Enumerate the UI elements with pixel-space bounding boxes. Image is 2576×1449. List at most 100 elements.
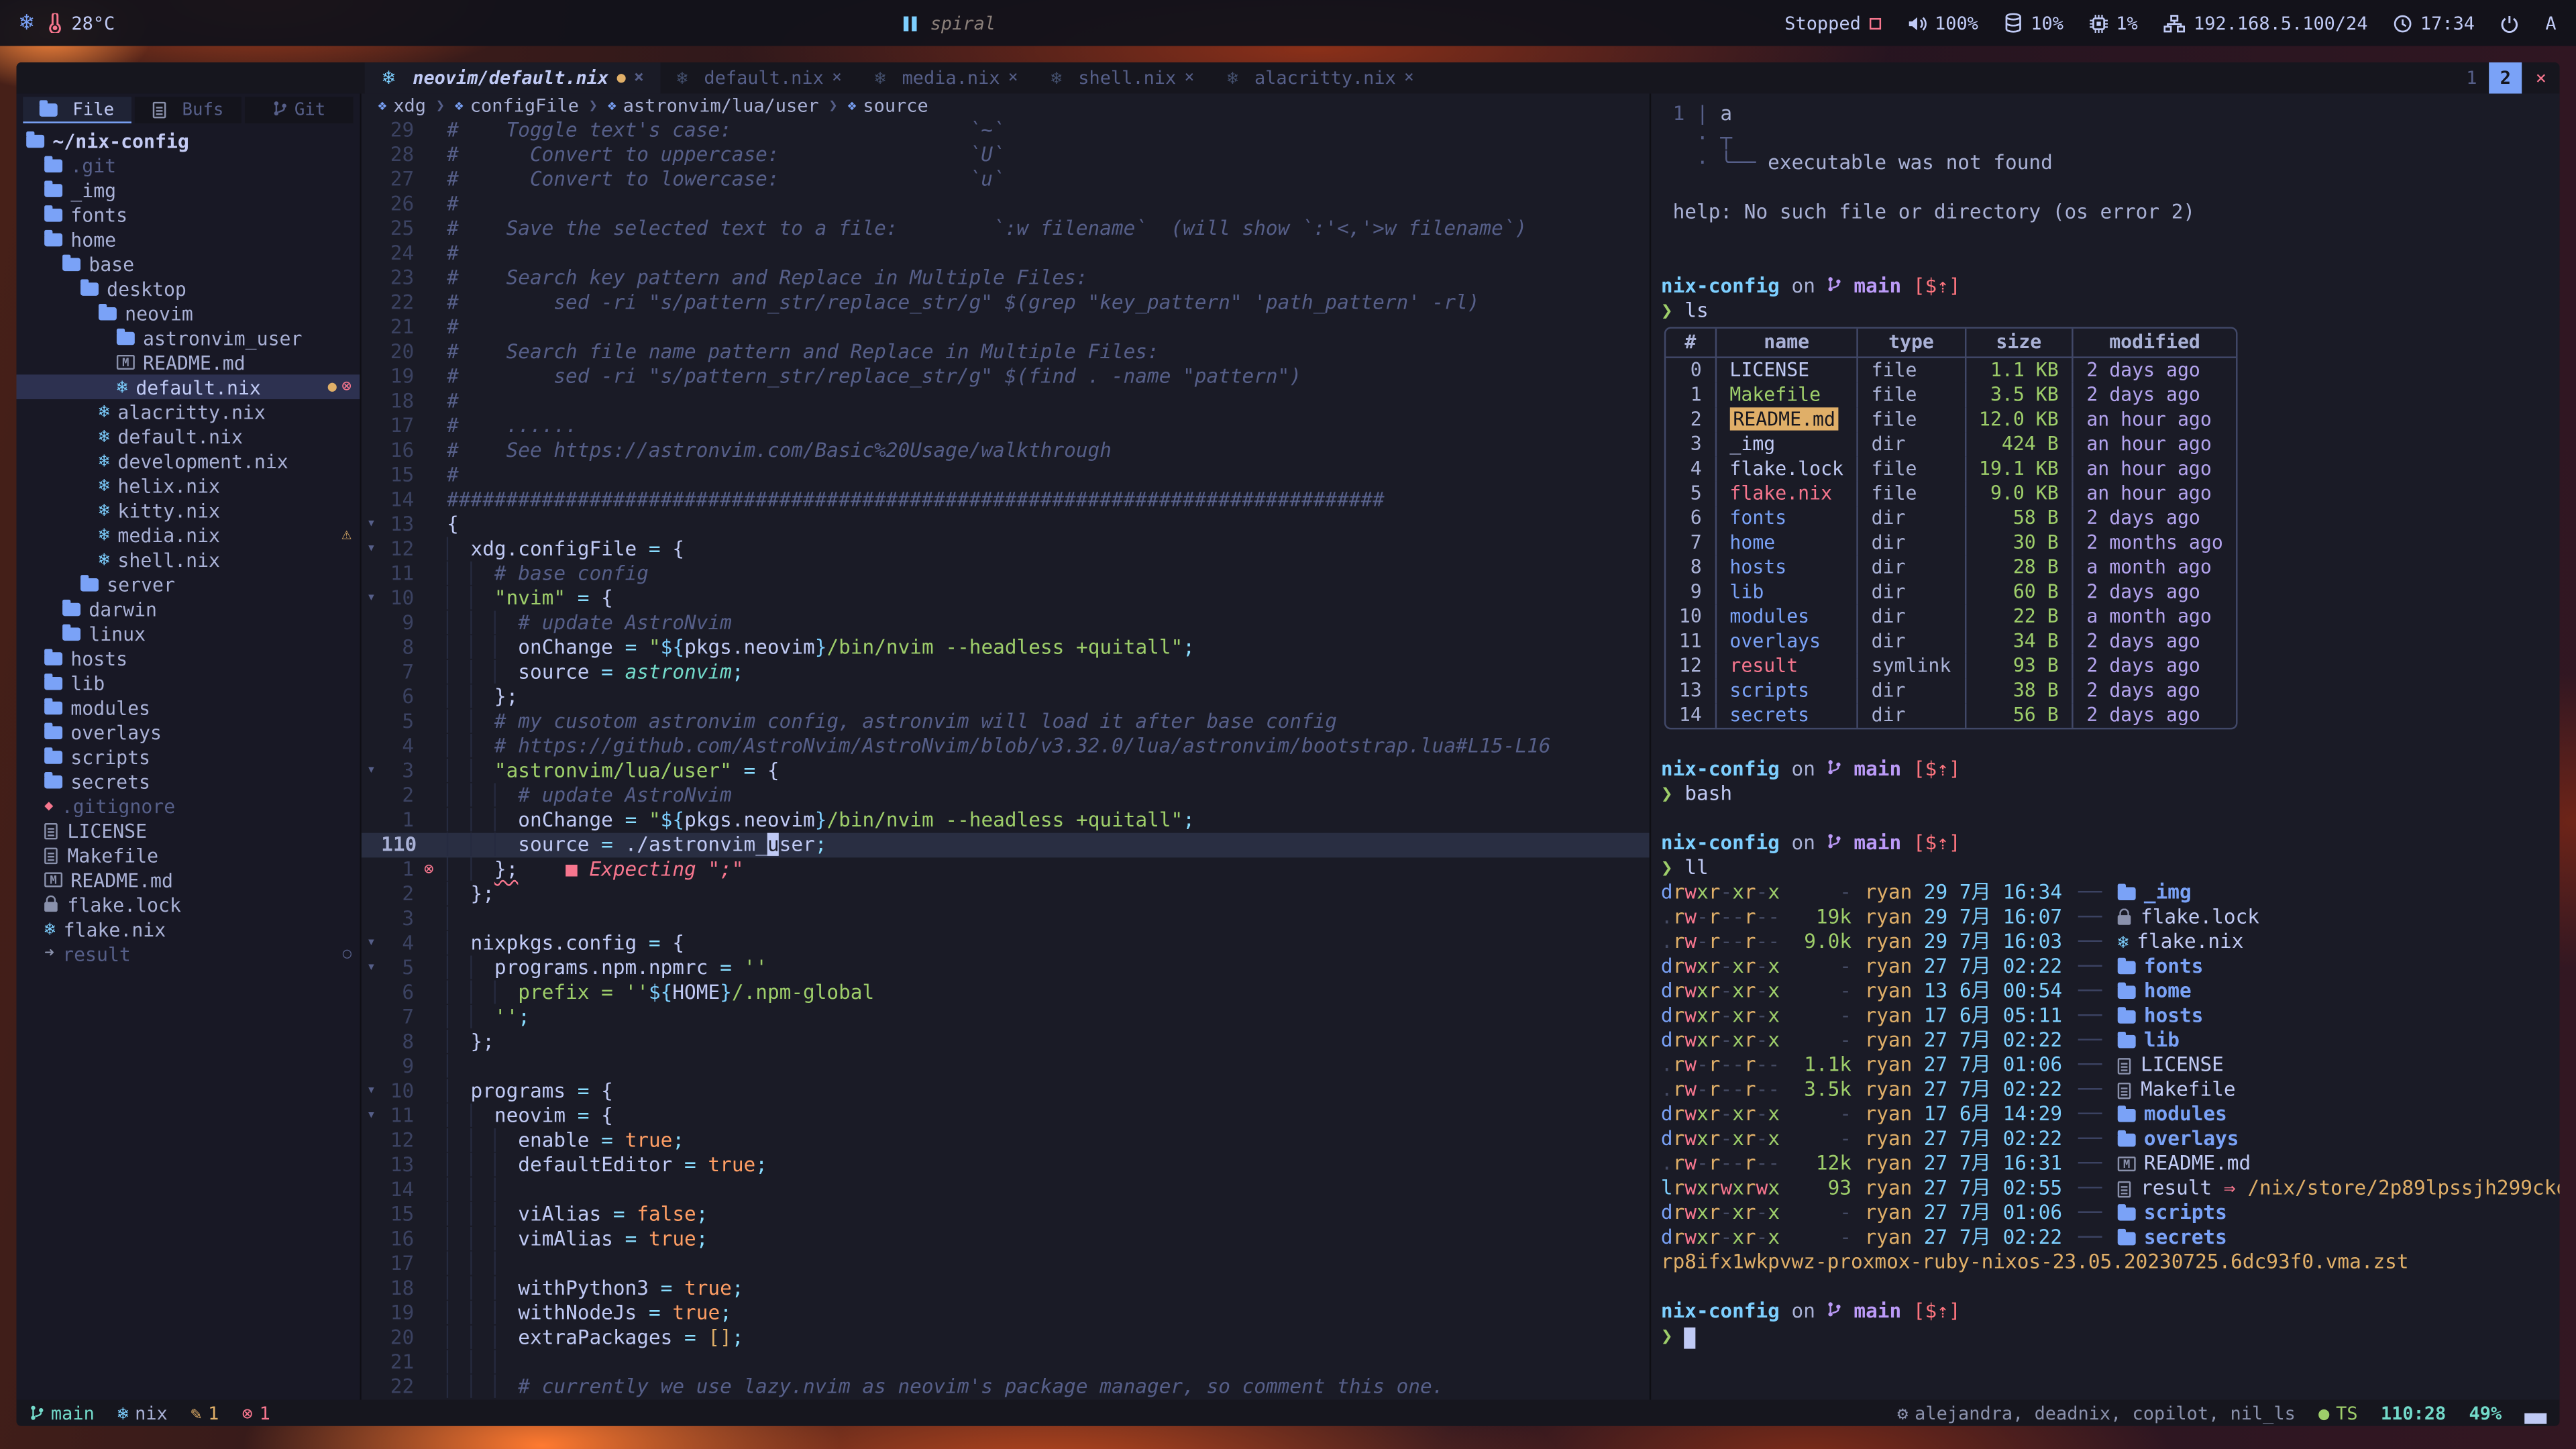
- code-line[interactable]: 8 ▏ };: [362, 1030, 1650, 1055]
- sidebar-tab-git[interactable]: Git: [246, 97, 354, 123]
- volume-widget[interactable]: 100%: [1907, 12, 1978, 34]
- tree-item[interactable]: lib: [16, 670, 360, 695]
- code-line[interactable]: 21 ▏ ▏ ▏: [362, 1350, 1650, 1375]
- tree-item[interactable]: ❄media.nix⚠: [16, 523, 360, 547]
- pause-icon[interactable]: [904, 15, 918, 30]
- code-line[interactable]: ▾4 ▏ nixpkgs.config = {: [362, 932, 1650, 957]
- code-line[interactable]: 19 ▏ ▏ ▏ withNodeJs = true;: [362, 1301, 1650, 1326]
- power-button[interactable]: [2501, 14, 2519, 32]
- error-count[interactable]: ⊗ 1: [242, 1402, 270, 1424]
- tree-item[interactable]: astronvim_user: [16, 325, 360, 350]
- code-line[interactable]: 13 ▏ ▏ ▏ defaultEditor = true;: [362, 1153, 1650, 1178]
- file-entry[interactable]: drwxr-xr-x-ryan17 6月 05:11──hosts: [1661, 1004, 2560, 1028]
- code-line[interactable]: ▾3 ▏ ▏ "astronvim/lua/user" = {: [362, 759, 1650, 784]
- code-line[interactable]: 18 #: [362, 389, 1650, 414]
- tree-item[interactable]: ❄helix.nix: [16, 473, 360, 498]
- breadcrumb-item[interactable]: ❖xdg: [378, 95, 426, 117]
- keyboard-layout[interactable]: A: [2545, 12, 2556, 34]
- tree-item[interactable]: hosts: [16, 645, 360, 670]
- tree-item[interactable]: ❄kitty.nix: [16, 498, 360, 523]
- code-line[interactable]: 7 ▏ ▏ '';: [362, 1006, 1650, 1030]
- file-entry[interactable]: .rw-r--r--19kryan29 7月 16:07──flake.lock: [1661, 905, 2560, 930]
- code-line[interactable]: 2 ▏ };: [362, 882, 1650, 907]
- code-line[interactable]: ▾10 ▏ ▏ "nvim" = {: [362, 586, 1650, 611]
- tree-item[interactable]: ❄alacritty.nix: [16, 399, 360, 424]
- fold-icon[interactable]: ▾: [362, 932, 381, 957]
- code-line[interactable]: 20 # Search file name pattern and Replac…: [362, 340, 1650, 365]
- buffer-tab[interactable]: ❄media.nix×: [858, 62, 1034, 94]
- breadcrumb-item[interactable]: ❖configFile: [455, 95, 579, 117]
- file-entry[interactable]: .rw-r--r--12kryan27 7月 16:31──MREADME.md: [1661, 1152, 2560, 1177]
- code-line[interactable]: ▾13 {: [362, 513, 1650, 537]
- tree-item[interactable]: home: [16, 227, 360, 252]
- file-entry[interactable]: drwxr-xr-x-ryan27 7月 02:22──overlays: [1661, 1127, 2560, 1152]
- code-line[interactable]: 18 ▏ ▏ ▏ withPython3 = true;: [362, 1277, 1650, 1301]
- code-line[interactable]: 4 ▏ ▏ # https://github.com/AstroNvim/Ast…: [362, 735, 1650, 759]
- tree-item[interactable]: base: [16, 252, 360, 276]
- tree-item[interactable]: LICENSE: [16, 818, 360, 843]
- fold-icon[interactable]: ▾: [362, 956, 381, 981]
- tree-item[interactable]: linux: [16, 621, 360, 646]
- file-entry[interactable]: lrwxrwxrwx93ryan27 7月 02:55──result ⇒ /n…: [1661, 1176, 2560, 1201]
- code-line[interactable]: 27 # Convert to lowercase: `u`: [362, 168, 1650, 193]
- media-status[interactable]: Stopped: [1784, 12, 1880, 34]
- code-line[interactable]: ▾5 ▏ ▏ programs.npm.npmrc = '': [362, 956, 1650, 981]
- tree-item[interactable]: overlays: [16, 720, 360, 745]
- file-entry[interactable]: drwxr-xr-x-ryan27 7月 02:22──lib: [1661, 1028, 2560, 1053]
- fold-icon[interactable]: ▾: [362, 513, 381, 537]
- network-widget[interactable]: 192.168.5.100/24: [2164, 12, 2368, 34]
- tree-item[interactable]: darwin: [16, 596, 360, 621]
- tree-item[interactable]: Makefile: [16, 843, 360, 867]
- code-line[interactable]: 20 ▏ ▏ ▏ extraPackages = [];: [362, 1326, 1650, 1350]
- file-entry[interactable]: drwxr-xr-x-ryan17 6月 14:29──modules: [1661, 1102, 2560, 1127]
- code-line[interactable]: 22 ▏ ▏ ▏ # currently we use lazy.nvim as…: [362, 1375, 1650, 1400]
- close-icon[interactable]: ×: [1184, 69, 1194, 87]
- nixos-logo-icon[interactable]: ❄: [19, 10, 34, 36]
- buffer-tab[interactable]: ❄shell.nix×: [1034, 62, 1211, 94]
- tree-item[interactable]: ❄flake.nix: [16, 917, 360, 942]
- tree-item[interactable]: MREADME.md: [16, 350, 360, 375]
- file-entry[interactable]: drwxr-xr-x-ryan27 7月 02:22──fonts: [1661, 955, 2560, 979]
- disk-widget[interactable]: 10%: [2004, 12, 2063, 34]
- code-line[interactable]: 21 #: [362, 315, 1650, 340]
- tree-item[interactable]: .git: [16, 153, 360, 178]
- code-line[interactable]: 110 ▏ ▏ ▏ source = ./astronvim_user;: [362, 833, 1650, 858]
- buffer-tab[interactable]: ❄neovim/default.nix●×: [365, 62, 661, 94]
- tabpage-2[interactable]: 2: [2489, 62, 2523, 94]
- tree-item[interactable]: secrets: [16, 769, 360, 794]
- close-icon[interactable]: ×: [634, 69, 644, 87]
- code-line[interactable]: ▾10 ▏ programs = {: [362, 1079, 1650, 1104]
- code-line[interactable]: 15 ▏ ▏ ▏ viAlias = false;: [362, 1203, 1650, 1228]
- tree-item[interactable]: ~/nix-config: [16, 128, 360, 153]
- code-line[interactable]: 24 #: [362, 241, 1650, 266]
- tree-item[interactable]: fonts: [16, 202, 360, 227]
- tabpage-1[interactable]: 1: [2455, 62, 2489, 94]
- code-line[interactable]: 17 ▏ ▏ ▏: [362, 1252, 1650, 1277]
- code-line[interactable]: 16 ▏ ▏ ▏ vimAlias = true;: [362, 1227, 1650, 1252]
- code-line[interactable]: 11 ▏ ▏ # base config: [362, 562, 1650, 587]
- tabline-close-icon[interactable]: ×: [2522, 67, 2559, 89]
- close-icon[interactable]: ×: [832, 69, 842, 87]
- code-line[interactable]: 23 # Search key pattern and Replace in M…: [362, 266, 1650, 291]
- tree-item[interactable]: MREADME.md: [16, 867, 360, 892]
- tree-item[interactable]: ❄default.nix●⊗: [16, 374, 360, 399]
- tree-item[interactable]: ◆.gitignore: [16, 794, 360, 818]
- tree-item[interactable]: ➜result○: [16, 941, 360, 966]
- sidebar-tab-file[interactable]: File: [23, 97, 131, 123]
- file-entry[interactable]: .rw-r--r--3.5kryan27 7月 02:22──Makefile: [1661, 1078, 2560, 1103]
- tree-item[interactable]: scripts: [16, 744, 360, 769]
- code-line[interactable]: 14 #####################################…: [362, 488, 1650, 513]
- fold-icon[interactable]: ▾: [362, 586, 381, 611]
- code-line[interactable]: 9 ▏: [362, 1055, 1650, 1079]
- code-line[interactable]: 22 # sed -ri "s/pattern_str/replace_str/…: [362, 290, 1650, 315]
- file-entry[interactable]: drwxr-xr-x-ryan27 7月 02:22──secrets: [1661, 1226, 2560, 1250]
- cpu-widget[interactable]: 1%: [2090, 12, 2138, 34]
- code-line[interactable]: 9 ▏ ▏ ▏ # update AstroNvim: [362, 611, 1650, 636]
- file-entry[interactable]: .rw-r--r--9.0kryan29 7月 16:03──❄flake.ni…: [1661, 930, 2560, 955]
- buffer-tab[interactable]: ❄alacritty.nix×: [1211, 62, 1431, 94]
- code-line[interactable]: 17 # ......: [362, 414, 1650, 439]
- code-area[interactable]: 29 # Toggle text's case: `~` 28 # Conver…: [362, 118, 1650, 1399]
- code-line[interactable]: ▾12 ▏ xdg.configFile = {: [362, 537, 1650, 562]
- tree-item[interactable]: desktop: [16, 276, 360, 301]
- code-line[interactable]: 29 # Toggle text's case: `~`: [362, 118, 1650, 143]
